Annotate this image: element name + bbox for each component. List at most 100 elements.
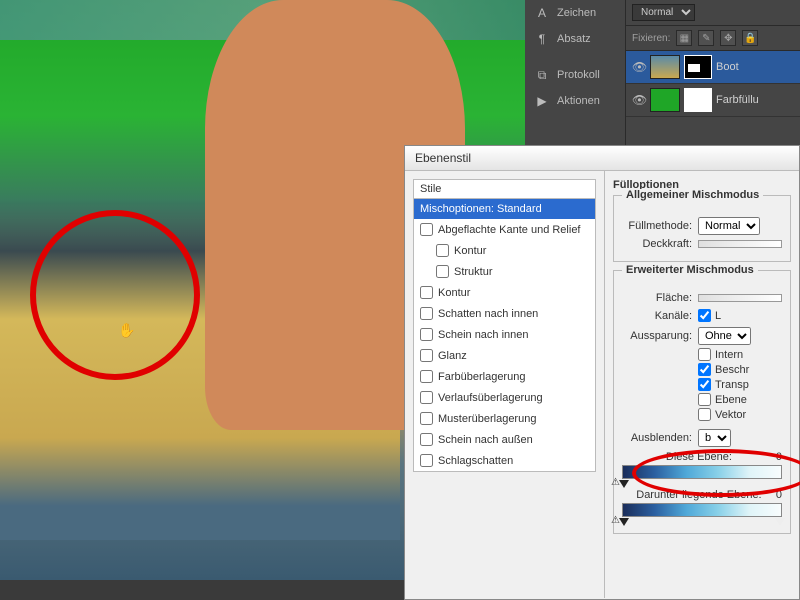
visibility-icon[interactable]: 👁 bbox=[632, 60, 646, 74]
channels-label: Kanäle: bbox=[622, 310, 692, 322]
adv-check-row: Transp bbox=[698, 378, 782, 391]
lock-paint-icon[interactable]: ✎ bbox=[698, 30, 714, 46]
play-icon: ▶ bbox=[535, 94, 549, 108]
opacity-label: Deckkraft: bbox=[622, 238, 692, 250]
channel-l-label: L bbox=[715, 310, 721, 322]
history-icon: ⧉ bbox=[535, 68, 549, 82]
style-label: Musterüberlagerung bbox=[438, 413, 536, 425]
adv-check-label: Vektor bbox=[715, 409, 746, 421]
adv-checkbox[interactable] bbox=[698, 378, 711, 391]
blend-if-label: Ausblenden: bbox=[622, 432, 692, 444]
style-checkbox[interactable] bbox=[436, 244, 449, 257]
styles-header: Stile bbox=[413, 179, 596, 199]
layer-name: Boot bbox=[716, 61, 739, 73]
layer-name: Farbfüllu bbox=[716, 94, 759, 106]
general-blend-fieldset: Allgemeiner Mischmodus Füllmethode: Norm… bbox=[613, 195, 791, 262]
blend-if-select[interactable]: b bbox=[698, 429, 731, 447]
style-checkbox[interactable] bbox=[420, 454, 433, 467]
knockout-select[interactable]: Ohne bbox=[698, 327, 751, 345]
slider-black-point[interactable] bbox=[619, 518, 629, 526]
this-layer-slider[interactable]: ⚠ bbox=[622, 465, 782, 479]
panel-actions[interactable]: ▶ Aktionen bbox=[525, 88, 625, 114]
layer-item-boot[interactable]: 👁 Boot bbox=[626, 51, 800, 84]
style-checkbox[interactable] bbox=[420, 433, 433, 446]
character-icon: A bbox=[535, 6, 549, 20]
style-checkbox[interactable] bbox=[420, 307, 433, 320]
adv-checkbox[interactable] bbox=[698, 408, 711, 421]
layer-mask-thumbnail[interactable] bbox=[684, 55, 712, 79]
collapsed-panels: A Zeichen ¶ Absatz ⧉ Protokoll ▶ Aktione… bbox=[525, 0, 625, 145]
knockout-label: Aussparung: bbox=[622, 330, 692, 342]
lock-label: Fixieren: bbox=[632, 33, 670, 44]
style-item[interactable]: Schein nach innen bbox=[414, 324, 595, 345]
lock-move-icon[interactable]: ✥ bbox=[720, 30, 736, 46]
panel-character[interactable]: A Zeichen bbox=[525, 0, 625, 26]
style-checkbox[interactable] bbox=[436, 265, 449, 278]
panel-paragraph[interactable]: ¶ Absatz bbox=[525, 26, 625, 52]
adv-checkbox[interactable] bbox=[698, 348, 711, 361]
annotation-circle bbox=[30, 210, 200, 380]
style-label: Schatten nach innen bbox=[438, 308, 538, 320]
style-checkbox[interactable] bbox=[420, 370, 433, 383]
layer-item-fill[interactable]: 👁 Farbfüllu bbox=[626, 84, 800, 117]
layer-thumbnail[interactable] bbox=[650, 88, 680, 112]
style-label: Glanz bbox=[438, 350, 467, 362]
style-item[interactable]: Schein nach außen bbox=[414, 429, 595, 450]
slider-white-point[interactable] bbox=[775, 480, 785, 488]
blend-mode-select[interactable]: Normal bbox=[632, 4, 695, 21]
slider-black-point[interactable] bbox=[619, 480, 629, 488]
style-item[interactable]: Musterüberlagerung bbox=[414, 408, 595, 429]
lock-all-icon[interactable]: 🔒 bbox=[742, 30, 758, 46]
style-item[interactable]: Kontur bbox=[414, 282, 595, 303]
visibility-icon[interactable]: 👁 bbox=[632, 93, 646, 107]
warning-icon: ⚠ bbox=[611, 477, 620, 488]
style-item[interactable]: Glanz bbox=[414, 345, 595, 366]
slider-white-point[interactable] bbox=[775, 518, 785, 526]
fieldset-legend: Erweiterter Mischmodus bbox=[622, 264, 758, 276]
style-checkbox[interactable] bbox=[420, 223, 433, 236]
style-checkbox[interactable] bbox=[420, 349, 433, 362]
fill-slider[interactable] bbox=[698, 294, 782, 302]
style-checkbox[interactable] bbox=[420, 328, 433, 341]
lock-pixels-icon[interactable]: ▦ bbox=[676, 30, 692, 46]
layers-panel: Normal Fixieren: ▦ ✎ ✥ 🔒 👁 Boot 👁 Farbfü… bbox=[625, 0, 800, 145]
under-layer-slider[interactable]: ⚠ bbox=[622, 503, 782, 517]
blend-method-label: Füllmethode: bbox=[622, 220, 692, 232]
blend-method-select[interactable]: Normal bbox=[698, 217, 760, 235]
panel-label: Aktionen bbox=[557, 95, 600, 107]
style-checkbox[interactable] bbox=[420, 412, 433, 425]
style-item[interactable]: Mischoptionen: Standard bbox=[414, 199, 595, 219]
adv-check-row: Vektor bbox=[698, 408, 782, 421]
style-item[interactable]: Kontur bbox=[414, 240, 595, 261]
this-layer-label: Diese Ebene: bbox=[666, 451, 732, 463]
adv-check-row: Ebene bbox=[698, 393, 782, 406]
styles-column: Stile Mischoptionen: Standard Abgeflachte… bbox=[405, 171, 605, 598]
style-item[interactable]: Verlaufsüberlagerung bbox=[414, 387, 595, 408]
style-item[interactable]: Farbüberlagerung bbox=[414, 366, 595, 387]
fieldset-legend: Allgemeiner Mischmodus bbox=[622, 189, 763, 201]
adv-checkbox[interactable] bbox=[698, 393, 711, 406]
adv-checkbox[interactable] bbox=[698, 363, 711, 376]
style-label: Verlaufsüberlagerung bbox=[438, 392, 543, 404]
opacity-slider[interactable] bbox=[698, 240, 782, 248]
style-item[interactable]: Schatten nach innen bbox=[414, 303, 595, 324]
style-item[interactable]: Schlagschatten bbox=[414, 450, 595, 471]
layer-mask-thumbnail[interactable] bbox=[684, 88, 712, 112]
style-checkbox[interactable] bbox=[420, 286, 433, 299]
style-label: Abgeflachte Kante und Relief bbox=[438, 224, 581, 236]
adv-check-label: Beschr bbox=[715, 364, 749, 376]
fill-label: Fläche: bbox=[622, 292, 692, 304]
style-item[interactable]: Abgeflachte Kante und Relief bbox=[414, 219, 595, 240]
styles-list: Mischoptionen: Standard Abgeflachte Kante… bbox=[413, 199, 596, 472]
channel-l-checkbox[interactable] bbox=[698, 309, 711, 322]
panel-label: Zeichen bbox=[557, 7, 596, 19]
panel-label: Absatz bbox=[557, 33, 591, 45]
layer-thumbnail[interactable] bbox=[650, 55, 680, 79]
style-label: Schlagschatten bbox=[438, 455, 513, 467]
panel-history[interactable]: ⧉ Protokoll bbox=[525, 62, 625, 88]
warning-icon: ⚠ bbox=[611, 515, 620, 526]
style-checkbox[interactable] bbox=[420, 391, 433, 404]
panel-label: Protokoll bbox=[557, 69, 600, 81]
style-item[interactable]: Struktur bbox=[414, 261, 595, 282]
style-label: Kontur bbox=[438, 287, 470, 299]
